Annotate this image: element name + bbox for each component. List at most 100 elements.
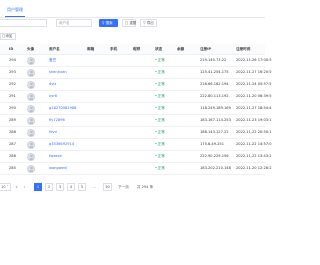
- row-register-ip: 125.41.254.175: [200, 70, 229, 75]
- status-badge: • 正常: [155, 79, 165, 90]
- status-text: 正常: [157, 82, 165, 87]
- table-row[interactable]: 285 wangwenl 183.202.210.148 2022.11.20 12:…: [0, 163, 272, 175]
- export-button-label: 导出: [146, 21, 154, 25]
- row-username[interactable]: q3536692914: [49, 139, 74, 150]
- row-id: 287: [9, 142, 16, 147]
- row-avatar-cell: [27, 127, 35, 138]
- status-text: 正常: [157, 130, 165, 135]
- page-size-select[interactable]: 10 ˅: [0, 183, 11, 191]
- status-badge: • 正常: [155, 67, 165, 78]
- row-register-ip: 188.143.127.22: [200, 130, 229, 135]
- row-avatar-cell: [27, 79, 35, 90]
- table-row[interactable]: 294 爱豆 219.140.73.22 2022.11.26 17:00:5 • 正常: [0, 55, 272, 67]
- row-avatar-cell: [27, 139, 35, 150]
- status-badge: • 正常: [155, 115, 165, 126]
- row-register-ip: 219.140.73.22: [200, 58, 227, 63]
- first-page-button[interactable]: «: [14, 183, 19, 191]
- search-button[interactable]: ⚲搜索: [99, 19, 118, 27]
- row-id: 291: [9, 94, 16, 99]
- row-avatar-cell: [27, 55, 35, 66]
- avatar: [27, 152, 35, 161]
- row-username[interactable]: wangwenl: [49, 163, 67, 174]
- avatar: [27, 80, 35, 89]
- reset-button[interactable]: □重置: [122, 19, 136, 27]
- username-input[interactable]: [0, 19, 47, 27]
- status-text: 正常: [157, 142, 165, 147]
- row-id: 285: [9, 166, 16, 171]
- avatar: [27, 128, 35, 137]
- avatar: [27, 116, 35, 125]
- row-id: 294: [9, 58, 16, 63]
- row-username[interactable]: dylz: [49, 79, 56, 90]
- row-username[interactable]: fdvrl: [49, 127, 57, 138]
- page-button-2[interactable]: 2: [45, 183, 53, 191]
- row-username[interactable]: tweeze: [49, 151, 62, 162]
- page-button-3[interactable]: 3: [56, 183, 64, 191]
- add-user-button[interactable]: ▢添加: [0, 33, 16, 40]
- row-register-time: 2022.11.22 20:50:1: [236, 130, 272, 135]
- export-button[interactable]: ▽导出: [140, 19, 157, 27]
- status-text: 正常: [157, 154, 165, 159]
- table-row[interactable]: 287 q3536692914 175.8.49.251 2022.11.22 14:…: [0, 139, 272, 151]
- reset-button-label: 重置: [129, 21, 137, 25]
- row-register-time: 2022.11.27 18:54:4: [236, 106, 272, 111]
- status-badge: • 正常: [155, 103, 165, 114]
- page-button-5[interactable]: 5: [78, 183, 86, 191]
- row-avatar-cell: [27, 103, 35, 114]
- filter-bar: 用户名 ⚲搜索 □重置 ▽导出: [0, 19, 265, 27]
- table-row[interactable]: 291 xyr6 222.80.113.192 2022.11.20 06:39:5 •…: [0, 91, 272, 103]
- tab-user-management[interactable]: 用户管理: [5, 4, 25, 17]
- status-badge: • 正常: [155, 151, 165, 162]
- row-id: 286: [9, 154, 16, 159]
- page-button-4[interactable]: 4: [67, 183, 75, 191]
- row-register-ip: 183.167.114.253: [200, 118, 231, 123]
- table-row[interactable]: 293 shenhuan 125.41.254.175 2022.11.27 16:2…: [0, 67, 272, 79]
- row-username[interactable]: fly72896: [49, 115, 65, 126]
- search-icon: ⚲: [102, 21, 105, 25]
- reset-icon: □: [125, 21, 129, 25]
- row-avatar-cell: [27, 151, 35, 162]
- column-header-id[interactable]: ID: [9, 44, 13, 54]
- next-page-button[interactable]: 下一页: [116, 183, 131, 191]
- pagination-ellipsis: ...: [92, 185, 96, 189]
- status-text: 正常: [157, 106, 165, 111]
- table-body: 294 爱豆 219.140.73.22 2022.11.26 17:00:5 • 正常 2…: [0, 55, 272, 175]
- status-badge: • 正常: [155, 139, 165, 150]
- user-table: ID 头像 用户名 邮箱 手机 昵称 状态 余额 注册IP 注册时间 294 爱豆…: [0, 44, 272, 175]
- row-username[interactable]: g18270082988: [49, 103, 76, 114]
- status-badge: • 正常: [155, 163, 165, 174]
- table-row[interactable]: 290 g18270082988 118.249.189.169 2022.11.27…: [0, 103, 272, 115]
- status-badge: • 正常: [155, 55, 165, 66]
- table-row[interactable]: 289 fly72896 183.167.114.253 2022.11.23 19:…: [0, 115, 272, 127]
- avatar: [27, 68, 35, 77]
- status-text: 正常: [157, 58, 165, 63]
- row-username[interactable]: shenhuan: [49, 67, 67, 78]
- page-button-1[interactable]: 1: [34, 183, 42, 191]
- chevron-down-icon: ˅: [5, 185, 9, 189]
- row-username[interactable]: 爱豆: [49, 55, 56, 66]
- column-header-phone: 手机: [110, 46, 118, 51]
- user-management-page: 用户管理 用户名 ⚲搜索 □重置 ▽导出 ▢添加 ID 头像 用户名 邮箱 手机…: [0, 0, 272, 265]
- row-register-ip: 175.8.49.251: [200, 142, 225, 147]
- row-id: 289: [9, 118, 16, 123]
- prev-page-button[interactable]: ‹: [22, 183, 27, 191]
- avatar: [27, 104, 35, 113]
- table-row[interactable]: 286 tweeze 222.90.229.156 2022.11.22 13:43:…: [0, 151, 272, 163]
- avatar: [27, 56, 35, 65]
- row-register-time: 2022.11.24 05:57:5: [236, 82, 272, 87]
- row-id: 290: [9, 106, 16, 111]
- table-row[interactable]: 292 dylz 218.66.162.194 2022.11.24 05:57:5 •…: [0, 79, 272, 91]
- phone-input[interactable]: 用户名: [56, 19, 92, 27]
- row-username[interactable]: xyr6: [49, 91, 57, 102]
- add-button-label: 添加: [5, 34, 13, 38]
- row-register-time: 2022.11.20 12:28:2: [236, 166, 272, 171]
- column-header-username: 用户名: [49, 46, 60, 51]
- column-header-nickname: 昵称: [133, 46, 141, 51]
- last-page-button[interactable]: 30: [103, 183, 112, 191]
- avatar: [27, 92, 35, 101]
- column-header-avatar: 头像: [27, 46, 35, 51]
- row-id: 292: [9, 82, 16, 87]
- row-register-ip: 118.249.189.169: [200, 106, 231, 111]
- status-text: 正常: [157, 94, 165, 99]
- table-row[interactable]: 288 fdvrl 188.143.127.22 2022.11.22 20:50:1…: [0, 127, 272, 139]
